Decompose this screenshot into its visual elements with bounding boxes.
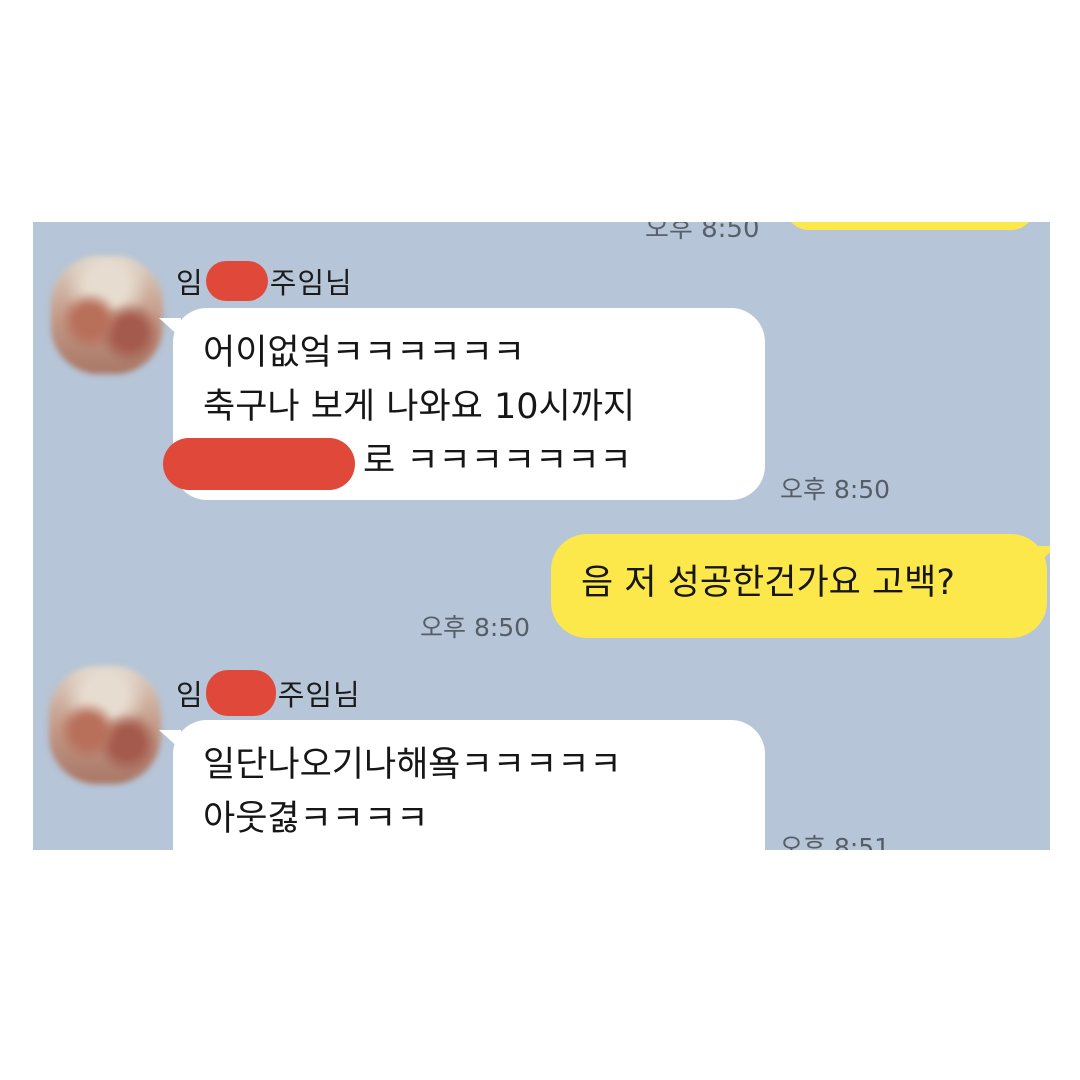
chat-window: 오후 8:50 임 주임님 어이없엌ㅋㅋㅋㅋㅋㅋ 축구나 보게 나와요 10시까지… (33, 222, 1050, 850)
message-timestamp: 오후 8:50 (420, 613, 531, 642)
message-timestamp: 오후 8:51 (780, 833, 891, 850)
message-line: 일단나오기나해욬ㅋㅋㅋㅋㅋ (203, 745, 622, 785)
message-timestamp: 오후 8:50 (780, 475, 891, 504)
message-line: 음 저 성공한건가요 고백? (581, 563, 955, 603)
redaction-mark (205, 261, 268, 301)
message-line: 어이없엌ㅋㅋㅋㅋㅋㅋ (203, 333, 526, 373)
cropped-timestamp: 오후 8:50 (645, 222, 760, 244)
avatar[interactable] (49, 666, 161, 784)
received-message-bubble[interactable]: 어이없엌ㅋㅋㅋㅋㅋㅋ 축구나 보게 나와요 10시까지 로 ㅋㅋㅋㅋㅋㅋㅋ (159, 308, 765, 500)
redaction-mark (163, 438, 355, 490)
received-message-bubble[interactable]: 일단나오기나해욬ㅋㅋㅋㅋㅋ 아웃겷ㅋㅋㅋㅋ (159, 720, 765, 850)
cropped-my-bubble (785, 222, 1035, 230)
message-line: 축구나 보게 나와요 10시까지 (203, 387, 636, 427)
sender-name: 임 주임님 (176, 260, 353, 302)
message-line: 아웃겷ㅋㅋㅋㅋ (203, 799, 429, 839)
avatar[interactable] (51, 256, 163, 374)
sender-name: 임 주임님 (176, 670, 361, 716)
sent-message-bubble[interactable]: 음 저 성공한건가요 고백? (551, 534, 1050, 638)
redaction-mark (205, 670, 276, 716)
